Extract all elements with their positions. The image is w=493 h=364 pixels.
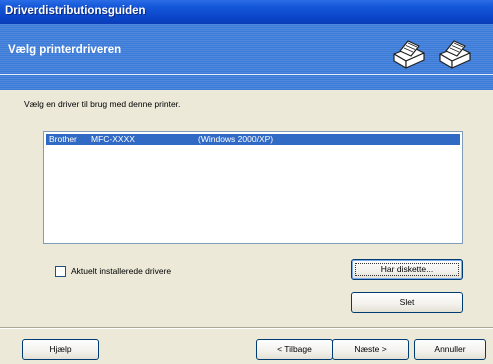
page-title: Vælg printerdriveren [8, 44, 122, 56]
focus-ring [355, 263, 459, 276]
driver-listbox[interactable]: Brother MFC-XXXX (Windows 2000/XP) [43, 131, 463, 244]
back-label: < Tilbage [277, 344, 312, 354]
header-divider [0, 74, 493, 75]
wizard-header: Vælg printerdriveren [0, 24, 493, 90]
printer-icon [439, 40, 471, 69]
delete-button[interactable]: Slet [351, 292, 463, 313]
have-disk-button[interactable]: Har diskette... [351, 259, 463, 280]
installed-drivers-label[interactable]: Aktuelt installerede drivere [71, 266, 171, 276]
wizard-window: Driverdistributionsguiden Vælg printerdr… [0, 0, 493, 364]
next-button[interactable]: Næste > [332, 339, 409, 360]
title-bar[interactable]: Driverdistributionsguiden [0, 0, 493, 24]
back-button[interactable]: < Tilbage [256, 339, 333, 360]
next-label: Næste > [354, 344, 387, 354]
driver-manufacturer: Brother [49, 134, 77, 144]
driver-list-item[interactable]: Brother MFC-XXXX (Windows 2000/XP) [46, 134, 460, 145]
driver-model: MFC-XXXX [91, 134, 135, 144]
footer-divider [0, 327, 493, 329]
cancel-label: Annuller [434, 344, 466, 354]
window-title: Driverdistributionsguiden [5, 5, 146, 17]
delete-label: Slet [399, 297, 415, 307]
instruction-text: Vælg en driver til brug med denne printe… [24, 99, 181, 109]
help-button[interactable]: Hjælp [22, 339, 99, 360]
cancel-button[interactable]: Annuller [414, 339, 486, 360]
installed-drivers-checkbox[interactable] [55, 266, 66, 277]
driver-os: (Windows 2000/XP) [198, 134, 274, 144]
printer-icon [393, 40, 425, 69]
help-label: Hjælp [49, 344, 72, 354]
